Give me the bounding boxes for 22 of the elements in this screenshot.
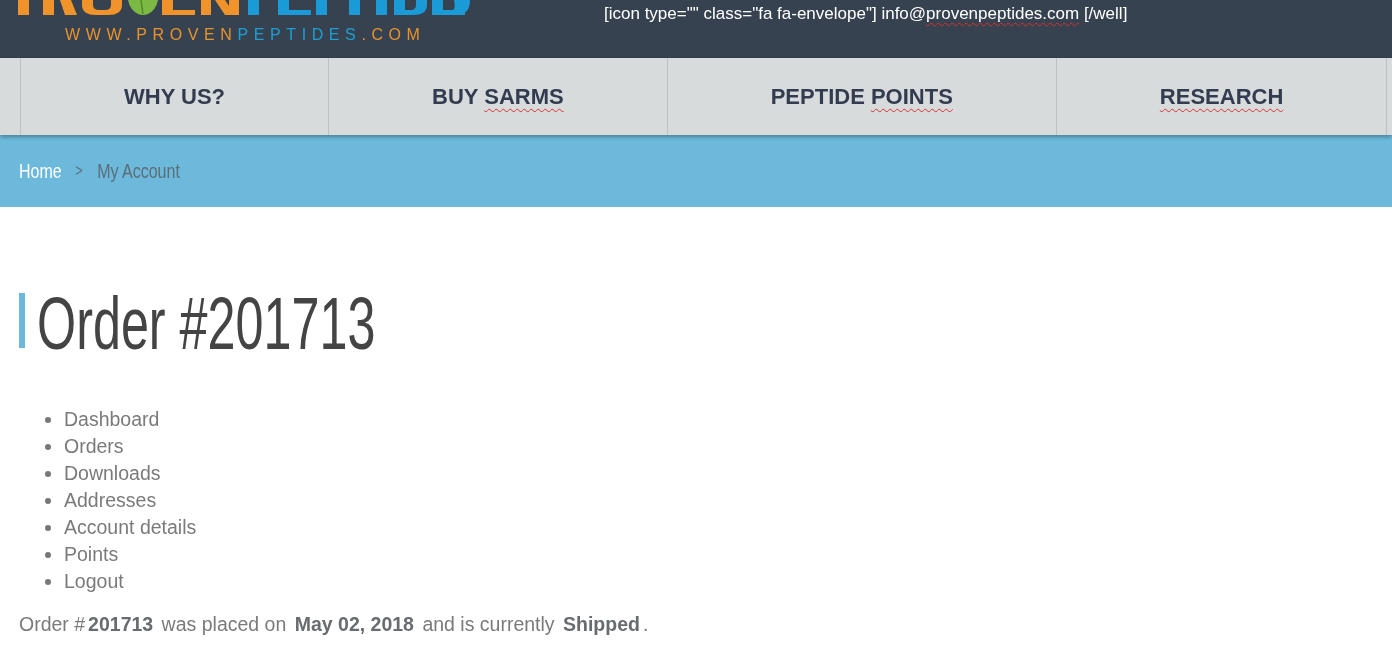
account-nav-link[interactable]: Addresses [64, 489, 157, 512]
page-title: Order #201713 [37, 287, 376, 361]
account-nav-link[interactable]: Dashboard [64, 408, 160, 431]
bullet-icon [45, 470, 51, 477]
bullet-icon [45, 551, 51, 558]
order-summary-text: Order #201713 was placed on May 02, 2018 and is currently Shipped. [19, 612, 649, 637]
account-nav-link[interactable]: Account details [64, 516, 197, 539]
account-nav-link[interactable]: Downloads [64, 462, 161, 485]
bullet-icon [45, 578, 51, 585]
breadcrumb-separator: > [75, 162, 83, 180]
title-accent-bar [19, 292, 25, 348]
bullet-icon [45, 524, 51, 531]
account-nav-link[interactable]: Points [64, 543, 119, 566]
account-nav-link[interactable]: Logout [64, 570, 124, 593]
breadcrumb-current: My Account [97, 159, 180, 183]
breadcrumb-link[interactable]: Home [19, 159, 62, 183]
account-nav-link[interactable]: Orders [64, 435, 124, 458]
bullet-icon [45, 497, 51, 504]
bullet-icon [45, 443, 51, 450]
logo-tagline: WWW.PROVEN PEPTIDES.COM [65, 26, 426, 44]
bullet-icon [45, 416, 51, 423]
contact-email-text: [icon type="" class="fa fa-envelope"] info@provenpeptides.com [/well] [604, 4, 1128, 24]
